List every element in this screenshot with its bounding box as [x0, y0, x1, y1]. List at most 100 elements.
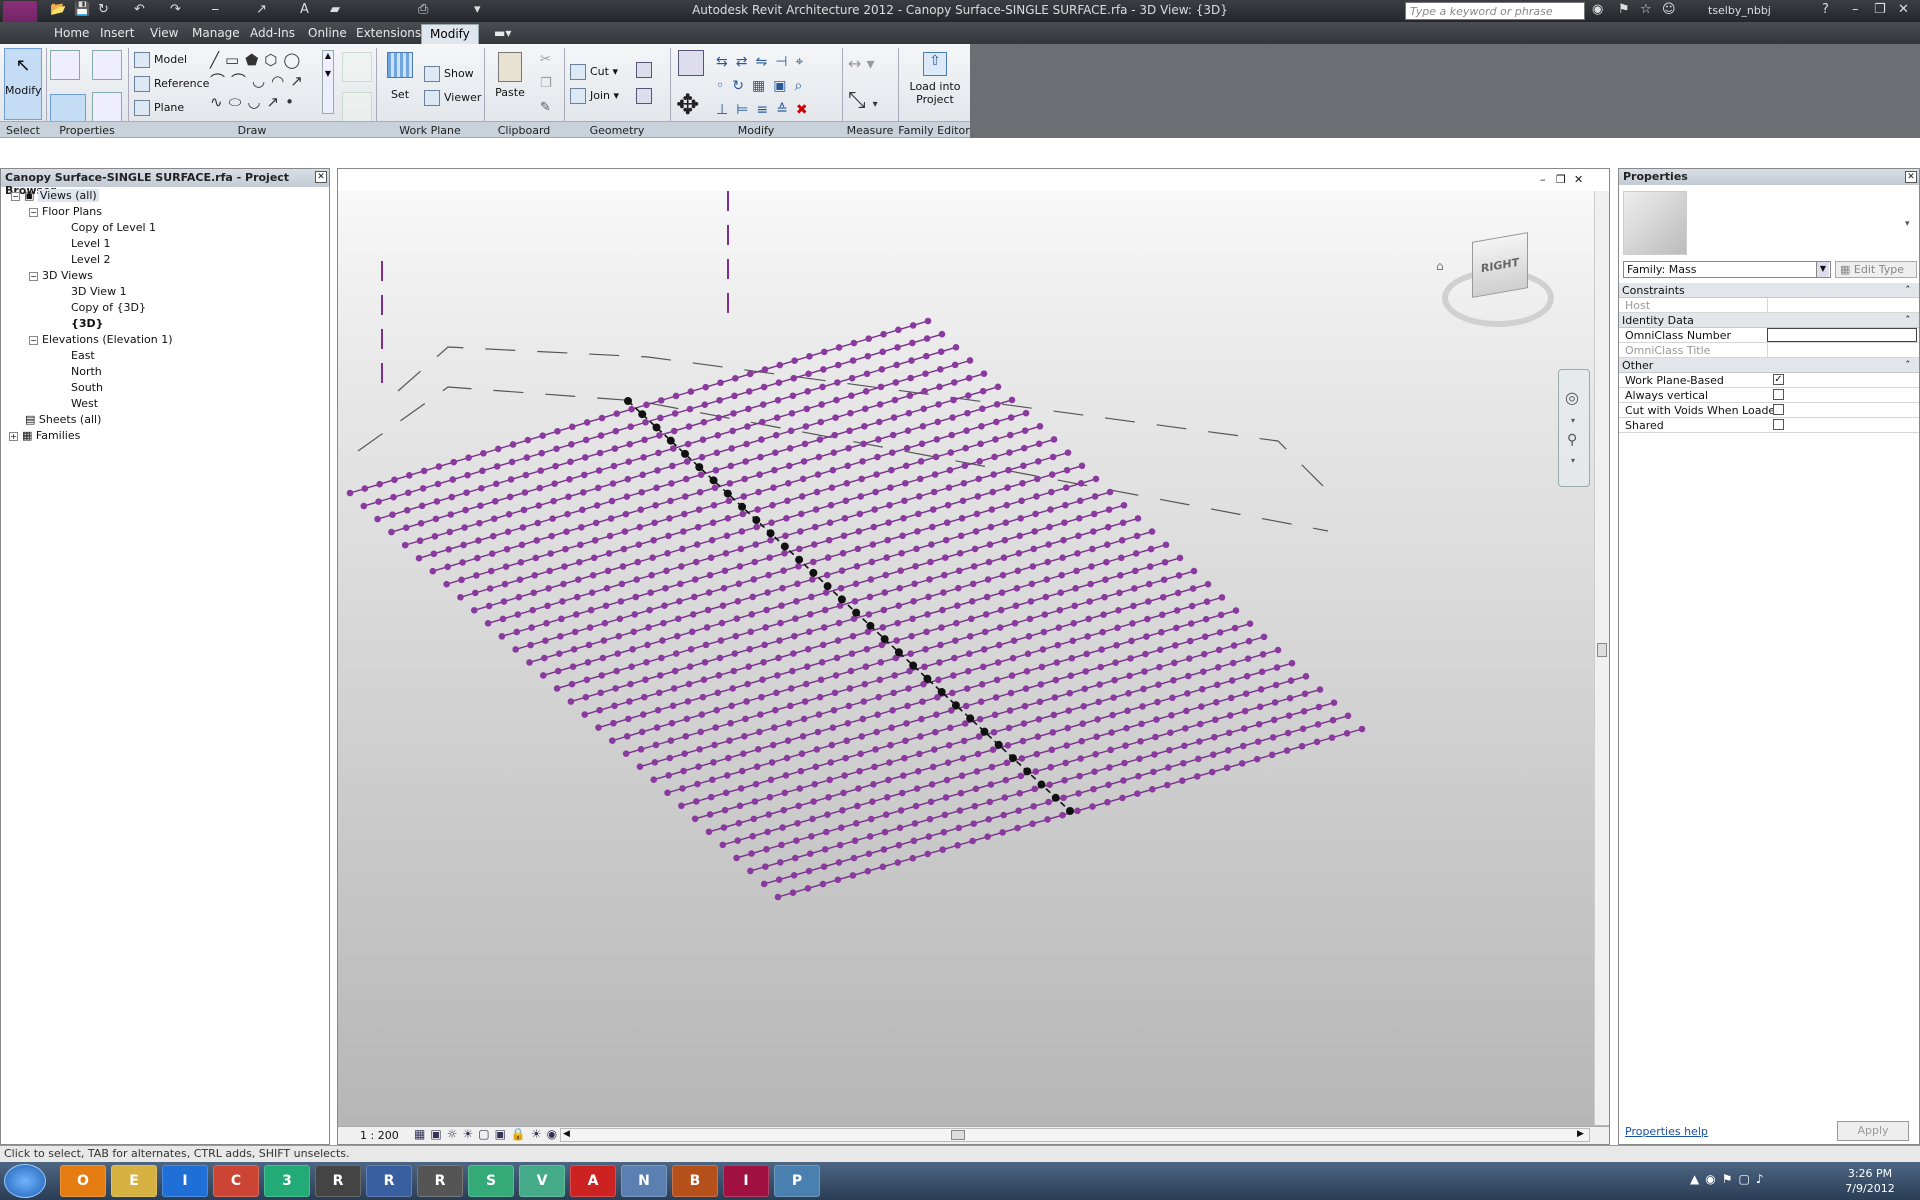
- surface-node[interactable]: [808, 593, 815, 601]
- surface-node[interactable]: [1155, 681, 1162, 688]
- surface-node[interactable]: [1056, 606, 1064, 614]
- surface-node[interactable]: [660, 619, 667, 627]
- surface-node[interactable]: [626, 440, 634, 448]
- surface-node[interactable]: [503, 545, 511, 553]
- surface-node[interactable]: [1228, 677, 1236, 684]
- surface-node[interactable]: [630, 628, 637, 636]
- surface-node[interactable]: [904, 427, 912, 435]
- surface-node[interactable]: [346, 489, 354, 497]
- surface-node[interactable]: [864, 352, 872, 360]
- surface-node[interactable]: [1039, 646, 1047, 653]
- surface-node[interactable]: [1050, 711, 1058, 719]
- properties-panel-label[interactable]: Properties: [46, 121, 128, 137]
- surface-node[interactable]: [921, 663, 928, 671]
- delete-icon[interactable]: ✖: [796, 102, 816, 118]
- surface-node[interactable]: [817, 676, 825, 684]
- surface-node[interactable]: [649, 554, 656, 562]
- surface-node[interactable]: [668, 480, 675, 487]
- surface-node[interactable]: [759, 401, 767, 408]
- surface-node[interactable]: [672, 392, 680, 400]
- surface-node[interactable]: [1270, 716, 1278, 724]
- surface-node[interactable]: [1059, 811, 1066, 819]
- surface-node[interactable]: [625, 715, 632, 723]
- surface-node[interactable]: [1109, 711, 1116, 719]
- surface-node[interactable]: [865, 850, 873, 858]
- surface-node[interactable]: [849, 872, 857, 879]
- split-icon[interactable]: ⊣: [775, 54, 795, 70]
- surface-node[interactable]: [839, 549, 847, 557]
- surface-node[interactable]: [758, 436, 765, 443]
- surface-node[interactable]: [613, 667, 620, 675]
- surface-node[interactable]: [651, 519, 658, 527]
- surface-node[interactable]: [1230, 642, 1238, 649]
- surface-node[interactable]: [933, 436, 941, 443]
- surface-node[interactable]: [1144, 615, 1151, 623]
- surface-node[interactable]: [1274, 646, 1282, 654]
- tree-west[interactable]: West: [71, 397, 98, 410]
- surface-node[interactable]: [1016, 789, 1024, 797]
- close-icon[interactable]: ✕: [1898, 2, 1909, 20]
- surface-node[interactable]: [958, 772, 966, 780]
- surface-node[interactable]: [854, 802, 861, 810]
- surface-node[interactable]: [737, 785, 745, 792]
- surface-node[interactable]: [879, 863, 887, 871]
- surface-node[interactable]: [735, 580, 743, 588]
- omniclass-number-value[interactable]: [1767, 328, 1917, 342]
- surface-node[interactable]: [1141, 668, 1148, 675]
- selected-node[interactable]: [1008, 754, 1017, 763]
- surface-node[interactable]: [1148, 528, 1156, 535]
- surface-node[interactable]: [1329, 716, 1337, 724]
- surface-node[interactable]: [520, 506, 528, 514]
- surface-node[interactable]: [694, 780, 701, 788]
- temp-hide-icon[interactable]: ☀: [531, 1127, 547, 1141]
- surface-node[interactable]: [937, 641, 944, 649]
- surface-node[interactable]: [1028, 580, 1036, 588]
- surface-node[interactable]: [834, 876, 842, 884]
- surface-node[interactable]: [444, 563, 451, 571]
- surface-node[interactable]: [1198, 703, 1205, 710]
- surface-node[interactable]: [804, 645, 812, 653]
- surface-node[interactable]: [971, 545, 979, 553]
- surface-node[interactable]: [1090, 785, 1097, 793]
- surface-node[interactable]: [1328, 734, 1336, 741]
- surface-node[interactable]: [774, 672, 781, 679]
- surface-node[interactable]: [1093, 733, 1100, 741]
- surface-node[interactable]: [1254, 738, 1262, 746]
- surface-node[interactable]: [901, 754, 908, 762]
- surface-node[interactable]: [639, 711, 647, 718]
- surface-node[interactable]: [1052, 676, 1060, 684]
- surface-node[interactable]: [937, 348, 945, 356]
- surface-node[interactable]: [610, 719, 617, 727]
- surface-node[interactable]: [643, 401, 650, 409]
- surface-node[interactable]: [1092, 750, 1099, 758]
- surface-node[interactable]: [751, 558, 759, 566]
- surface-node[interactable]: [770, 724, 778, 731]
- surface-node[interactable]: [478, 484, 485, 492]
- surface-node[interactable]: [834, 637, 842, 644]
- surface-node[interactable]: [1173, 607, 1181, 614]
- surface-node[interactable]: [1007, 414, 1015, 421]
- surface-node[interactable]: [949, 689, 956, 697]
- surface-node[interactable]: [816, 693, 824, 701]
- surface-node[interactable]: [669, 462, 676, 470]
- always-vertical-checkbox[interactable]: [1773, 389, 1784, 400]
- surface-node[interactable]: [581, 711, 589, 718]
- surface-node[interactable]: [674, 632, 681, 640]
- surface-node[interactable]: [543, 619, 550, 627]
- surface-node[interactable]: [732, 632, 740, 640]
- selected-node[interactable]: [624, 397, 632, 405]
- surface-node[interactable]: [537, 467, 545, 474]
- surface-node[interactable]: [431, 533, 439, 540]
- reference-line[interactable]: [397, 346, 1329, 492]
- surface-node[interactable]: [591, 537, 599, 544]
- surface-node[interactable]: [1000, 811, 1008, 819]
- surface-node[interactable]: [1184, 690, 1191, 697]
- surface-node[interactable]: [746, 645, 754, 653]
- surface-node[interactable]: [966, 357, 974, 364]
- surface-node[interactable]: [999, 829, 1006, 836]
- work-plane-panel-label[interactable]: Work Plane: [376, 121, 484, 137]
- edit-type-button[interactable]: ▦ Edit Type: [1835, 261, 1917, 278]
- surface-node[interactable]: [908, 632, 915, 640]
- family-editor-panel-label[interactable]: Family Editor: [898, 121, 970, 137]
- surface-node[interactable]: [684, 698, 692, 705]
